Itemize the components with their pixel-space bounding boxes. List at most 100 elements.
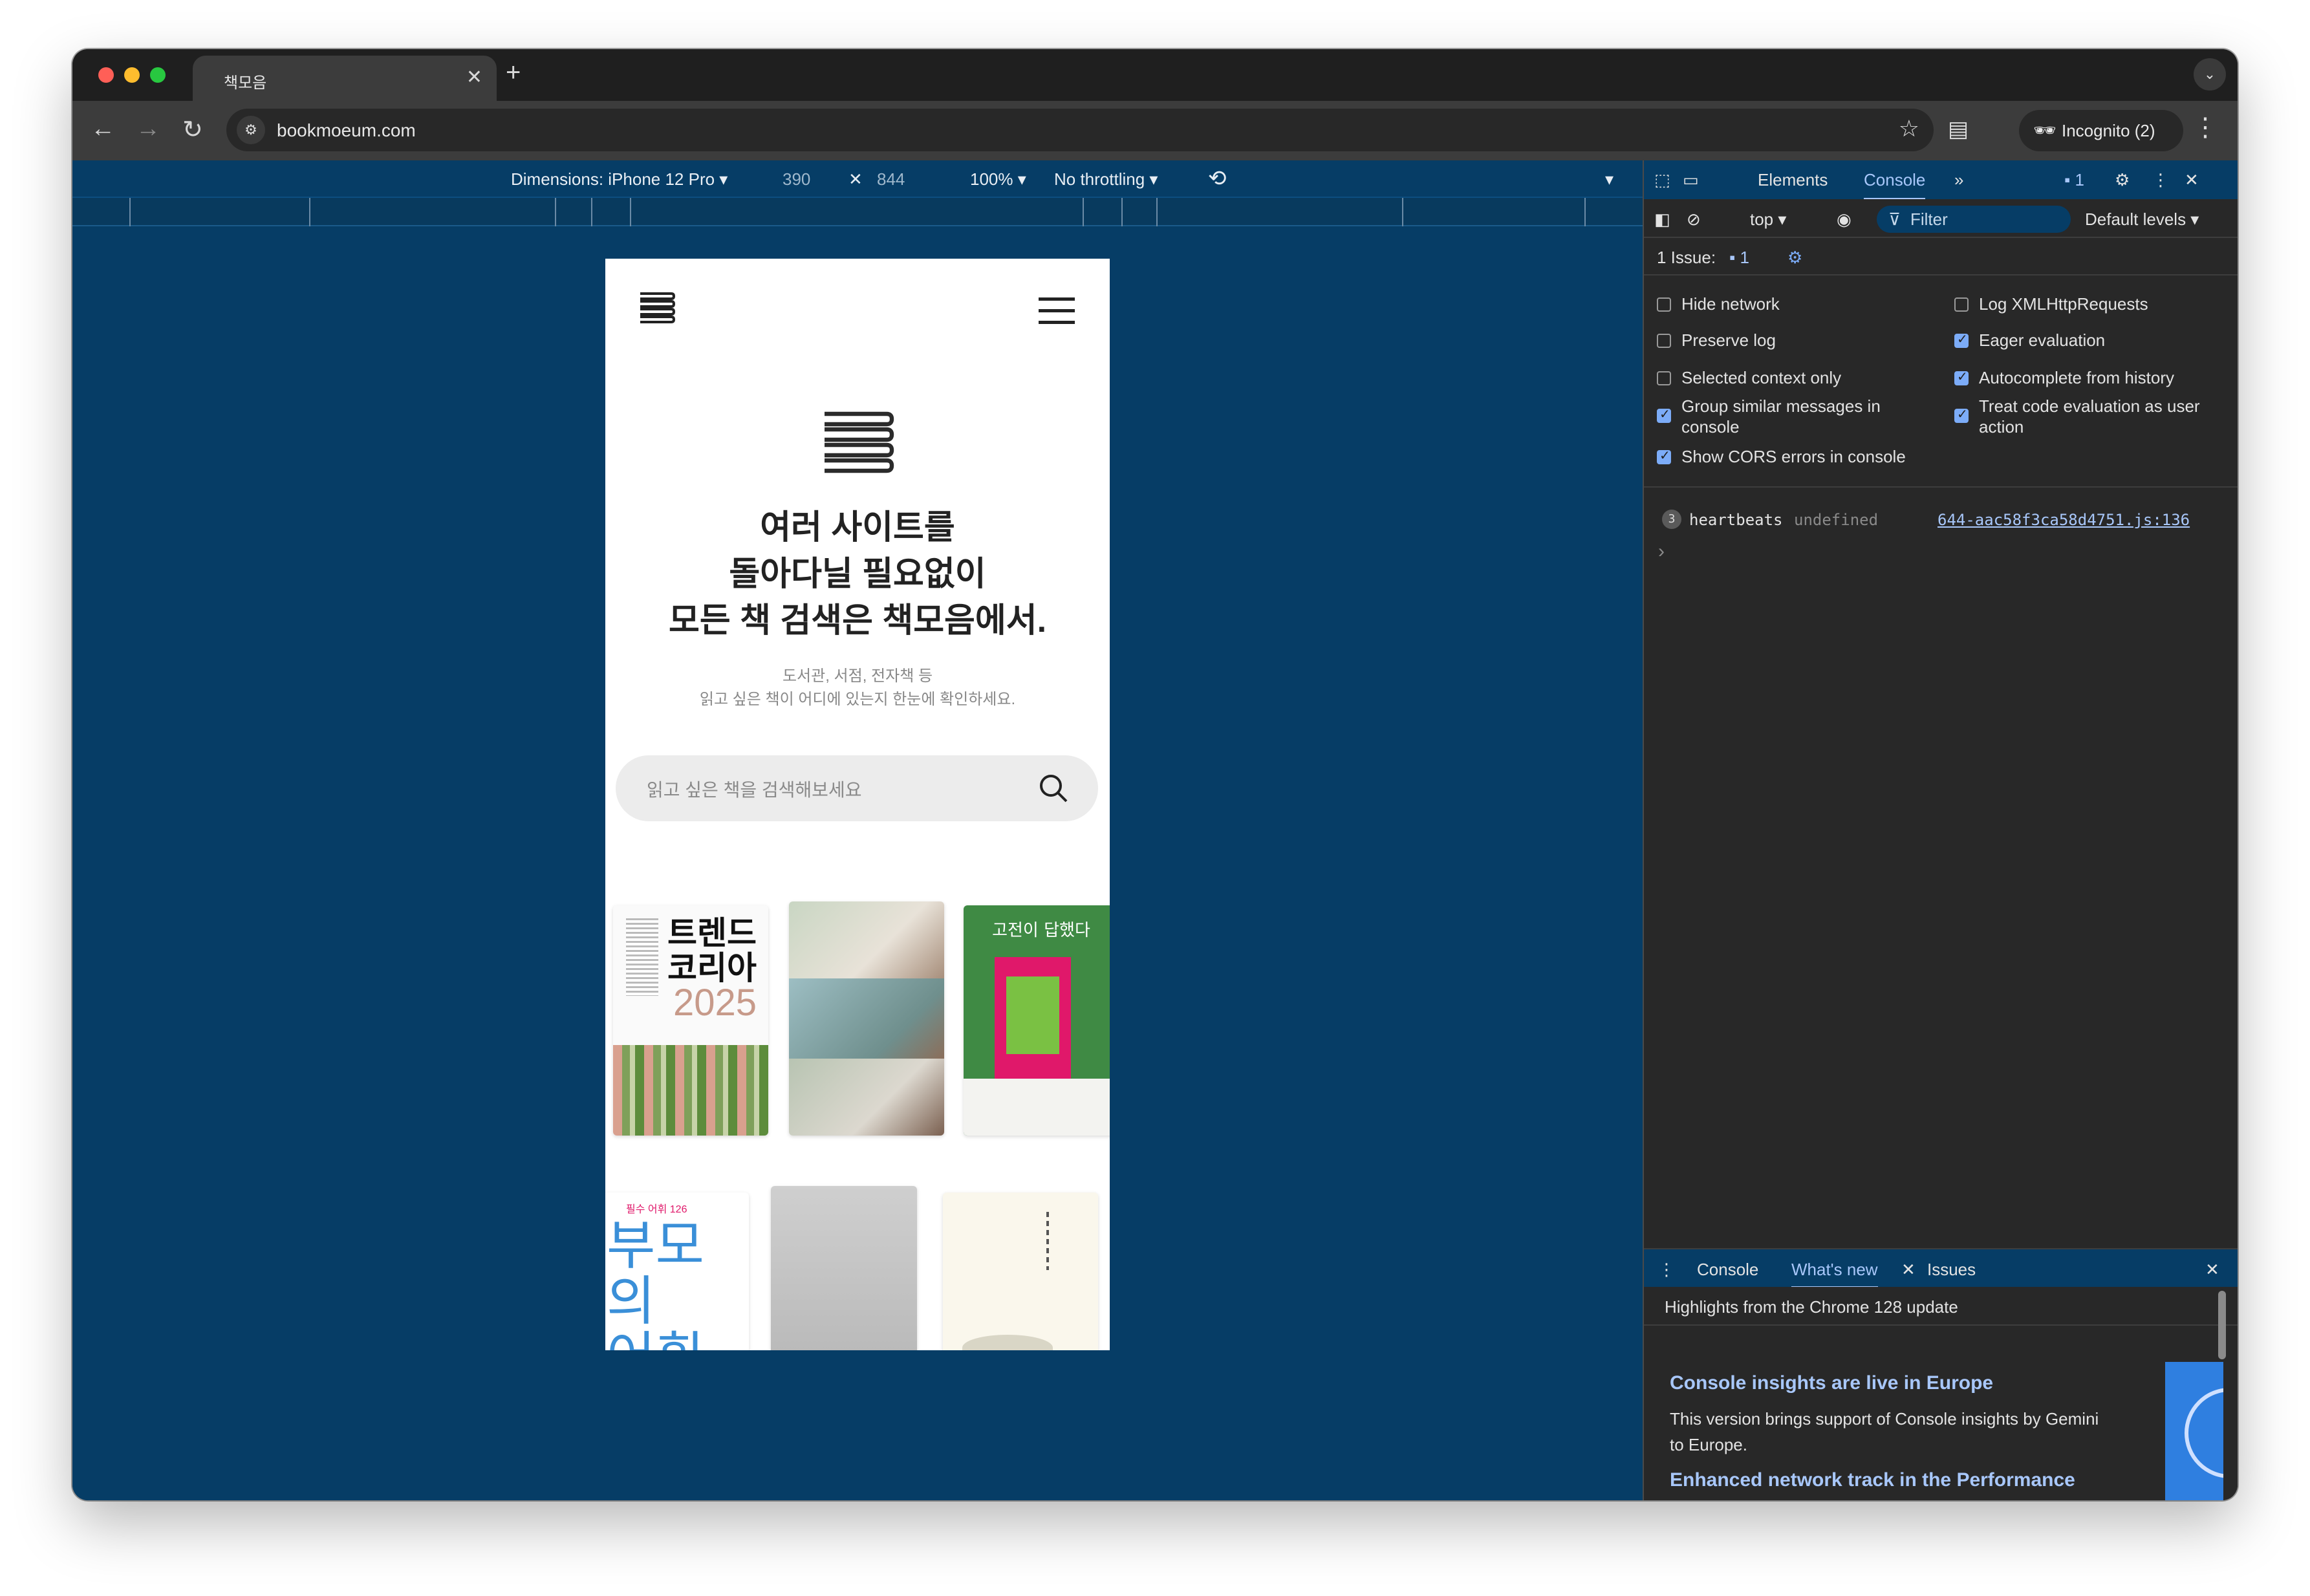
- console-prompt[interactable]: ›: [1658, 541, 1665, 563]
- option-label: Show CORS errors in console: [1681, 447, 1906, 466]
- drawer-menu-icon[interactable]: ⋮: [1658, 1260, 1675, 1280]
- sidebar-toggle-icon[interactable]: ◧: [1654, 210, 1670, 230]
- book-title-line: 트렌드: [667, 915, 757, 951]
- close-drawer-icon[interactable]: ✕: [2205, 1260, 2219, 1280]
- live-expression-eye-icon[interactable]: ◉: [1837, 210, 1851, 230]
- tab-close-icon[interactable]: ✕: [466, 66, 482, 89]
- incognito-button[interactable]: 🕶 Incognito (2): [2019, 110, 2183, 151]
- book-cover-6[interactable]: [943, 1192, 1098, 1350]
- drawer-tab-whats-new[interactable]: What's new: [1791, 1260, 1878, 1289]
- book-cover-2[interactable]: [789, 901, 944, 1136]
- whats-new-body-1: This version brings support of Console i…: [1670, 1409, 2099, 1454]
- issues-settings-gear-icon[interactable]: ⚙: [1787, 248, 1802, 268]
- dimensions-label: Dimensions: iPhone 12 Pro: [511, 169, 715, 189]
- cover-barcode-decoration: [626, 918, 658, 996]
- drawer-scrollbar[interactable]: [2218, 1291, 2226, 1359]
- tab-console[interactable]: Console: [1864, 170, 1926, 200]
- option-label: Autocomplete from history: [1979, 368, 2175, 387]
- issues-badge[interactable]: ▪ 1: [1729, 248, 1749, 268]
- hamburger-menu-icon[interactable]: [1039, 297, 1075, 332]
- page-viewport: Dimensions: iPhone 12 Pro ▾ 390 ✕ 844 10…: [72, 160, 1643, 1500]
- device-toolbar-more-icon[interactable]: ▾: [1605, 169, 1614, 189]
- tab-search-chevron-icon[interactable]: ⌄: [2194, 58, 2226, 91]
- more-tabs-icon[interactable]: »: [1954, 170, 1963, 190]
- inspect-element-icon[interactable]: ⬚: [1654, 170, 1670, 190]
- dimension-separator-icon: ✕: [848, 169, 863, 189]
- option-label: Treat code evaluation as user action: [1979, 396, 2200, 437]
- devtools-panel: ⬚ ▭ Elements Console » ▪ 1 ⚙ ⋮ ✕ ◧ ⊘ top…: [1643, 160, 2238, 1500]
- whats-new-heading-1[interactable]: Console insights are live in Europe: [1670, 1372, 1993, 1394]
- hide-network-checkbox[interactable]: [1657, 297, 1671, 312]
- whats-new-panel: Highlights from the Chrome 128 update Co…: [1644, 1287, 2238, 1500]
- close-devtools-icon[interactable]: ✕: [2185, 170, 2199, 190]
- book-title-line: 어휘력: [607, 1330, 749, 1351]
- height-input[interactable]: 844: [877, 169, 905, 189]
- drawer-tab-console[interactable]: Console: [1697, 1260, 1758, 1280]
- book-title: 트렌드 코리아 2025: [667, 915, 757, 1022]
- minimize-window-button[interactable]: [124, 67, 140, 83]
- option-label: Eager evaluation: [1979, 330, 2106, 350]
- autocomplete-history-checkbox[interactable]: [1954, 369, 1969, 385]
- book-search-bar[interactable]: 읽고 싶은 책을 검색해보세요: [616, 755, 1098, 821]
- drawer-tab-issues[interactable]: Issues: [1927, 1260, 1976, 1280]
- repeat-count-badge: 3: [1662, 510, 1681, 529]
- book-cover-classics[interactable]: 고전이 답했다: [964, 905, 1110, 1136]
- zoom-dropdown[interactable]: 100% ▾: [970, 169, 1026, 189]
- rotate-icon[interactable]: ⟲: [1208, 166, 1227, 191]
- device-toolbar: Dimensions: iPhone 12 Pro ▾ 390 ✕ 844 10…: [72, 160, 1643, 198]
- emulated-page: 여러 사이트를 돌아다닐 필요없이 모든 책 검색은 책모음에서. 도서관, 서…: [605, 259, 1110, 1350]
- clear-console-icon[interactable]: ⊘: [1687, 210, 1701, 230]
- site-info-icon[interactable]: ⚙: [237, 116, 265, 144]
- tab-elements[interactable]: Elements: [1758, 170, 1828, 190]
- filter-input[interactable]: ⊽ Filter: [1877, 206, 2071, 233]
- whats-new-heading-2[interactable]: Enhanced network track in the Performanc…: [1670, 1469, 2075, 1491]
- log-xhr-checkbox[interactable]: [1954, 297, 1969, 312]
- messages-badge[interactable]: ▪ 1: [2064, 170, 2084, 190]
- devtools-menu-icon[interactable]: ⋮: [2152, 170, 2169, 190]
- book-cover-parent-vocabulary[interactable]: 필수 어휘 126 부모의 어휘력: [605, 1192, 749, 1350]
- option-label: Log XMLHttpRequests: [1979, 294, 2148, 314]
- reload-icon[interactable]: ↻: [182, 115, 203, 144]
- devtools-main-tabs: ⬚ ▭ Elements Console » ▪ 1 ⚙ ⋮ ✕: [1644, 160, 2238, 200]
- new-tab-icon[interactable]: +: [506, 58, 521, 87]
- preserve-log-checkbox[interactable]: [1657, 334, 1671, 348]
- zoom-label: 100%: [970, 169, 1013, 189]
- zoom-window-button[interactable]: [150, 67, 166, 83]
- close-whats-new-icon[interactable]: ✕: [1901, 1260, 1916, 1280]
- subtext-line-2: 읽고 싶은 책이 어디에 있는지 한눈에 확인하세요.: [699, 691, 1016, 708]
- bookmark-star-icon[interactable]: ☆: [1899, 115, 1919, 142]
- settings-gear-icon[interactable]: ⚙: [2115, 170, 2130, 190]
- option-label: Preserve log: [1681, 330, 1776, 350]
- treat-as-user-action-checkbox[interactable]: [1954, 406, 1969, 423]
- throttling-dropdown[interactable]: No throttling ▾: [1054, 169, 1158, 189]
- forward-arrow-icon[interactable]: →: [136, 115, 160, 143]
- book-cover-trend-korea[interactable]: 트렌드 코리아 2025: [613, 905, 768, 1136]
- close-window-button[interactable]: [98, 67, 114, 83]
- reading-mode-icon[interactable]: ▤: [1948, 116, 1969, 142]
- selected-context-checkbox[interactable]: [1657, 371, 1671, 385]
- url-text[interactable]: bookmoeum.com: [277, 120, 416, 141]
- throttling-label: No throttling: [1054, 169, 1145, 189]
- context-dropdown[interactable]: top ▾: [1750, 210, 1786, 230]
- browser-menu-icon[interactable]: ⋮: [2192, 113, 2218, 142]
- device-toolbar-toggle-icon[interactable]: ▭: [1683, 170, 1699, 190]
- show-cors-checkbox[interactable]: [1657, 448, 1671, 464]
- log-source-link[interactable]: 644-aac58f3ca58d4751.js:136: [1938, 511, 2190, 529]
- width-input[interactable]: 390: [783, 169, 854, 189]
- back-arrow-icon[interactable]: ←: [91, 115, 115, 143]
- browser-tab[interactable]: 책모음 ✕: [193, 56, 497, 101]
- issues-label: 1 Issue:: [1657, 248, 1716, 267]
- address-bar[interactable]: ⚙ bookmoeum.com ☆: [226, 109, 1934, 151]
- book-cover-5[interactable]: [771, 1186, 917, 1350]
- levels-dropdown[interactable]: Default levels ▾: [2085, 210, 2199, 230]
- highlights-text: Highlights from the Chrome 128 update: [1665, 1297, 1958, 1317]
- logo-books-icon[interactable]: [638, 291, 675, 326]
- eager-evaluation-checkbox[interactable]: [1954, 331, 1969, 348]
- group-similar-checkbox[interactable]: [1657, 406, 1671, 423]
- search-icon[interactable]: [1039, 773, 1068, 803]
- dimensions-dropdown[interactable]: Dimensions: iPhone 12 Pro ▾: [511, 169, 728, 189]
- subtext-line-1: 도서관, 서점, 전자책 등: [782, 667, 933, 685]
- issues-bar: 1 Issue: ▪ 1 ⚙: [1644, 238, 2238, 275]
- search-input[interactable]: 읽고 싶은 책을 검색해보세요: [647, 776, 861, 802]
- media-query-ruler[interactable]: [72, 198, 1643, 226]
